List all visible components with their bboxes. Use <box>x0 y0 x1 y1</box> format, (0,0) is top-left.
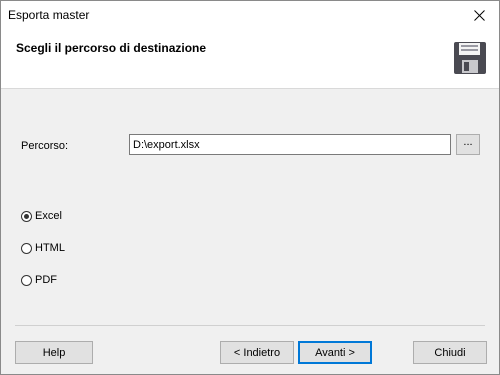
radio-label: HTML <box>35 242 65 254</box>
close-dialog-button[interactable]: Chiudi <box>413 341 487 364</box>
floppy-disk-icon <box>454 42 486 74</box>
radio-label: PDF <box>35 274 57 286</box>
window-title: Esporta master <box>8 8 90 22</box>
wizard-header: Scegli il percorso di destinazione <box>1 29 499 89</box>
radio-html[interactable]: HTML <box>21 240 65 256</box>
path-label: Percorso: <box>21 140 69 152</box>
next-button[interactable]: Avanti > <box>298 341 372 364</box>
radio-pdf[interactable]: PDF <box>21 272 57 288</box>
close-button[interactable] <box>459 1 499 29</box>
back-button[interactable]: < Indietro <box>220 341 294 364</box>
title-bar: Esporta master <box>1 1 499 29</box>
browse-button[interactable]: ... <box>456 134 480 155</box>
export-dialog: Esporta master Scegli il percorso di des… <box>0 0 500 375</box>
radio-selected-dot <box>24 213 29 219</box>
radio-circle <box>21 210 32 222</box>
footer-separator <box>15 325 485 326</box>
close-icon <box>473 9 485 21</box>
page-title: Scegli il percorso di destinazione <box>16 41 207 55</box>
radio-label: Excel <box>35 210 62 222</box>
help-button[interactable]: Help <box>15 341 93 364</box>
radio-circle <box>21 274 32 286</box>
radio-excel[interactable]: Excel <box>21 208 62 224</box>
path-input[interactable] <box>129 134 451 155</box>
radio-circle <box>21 242 32 254</box>
